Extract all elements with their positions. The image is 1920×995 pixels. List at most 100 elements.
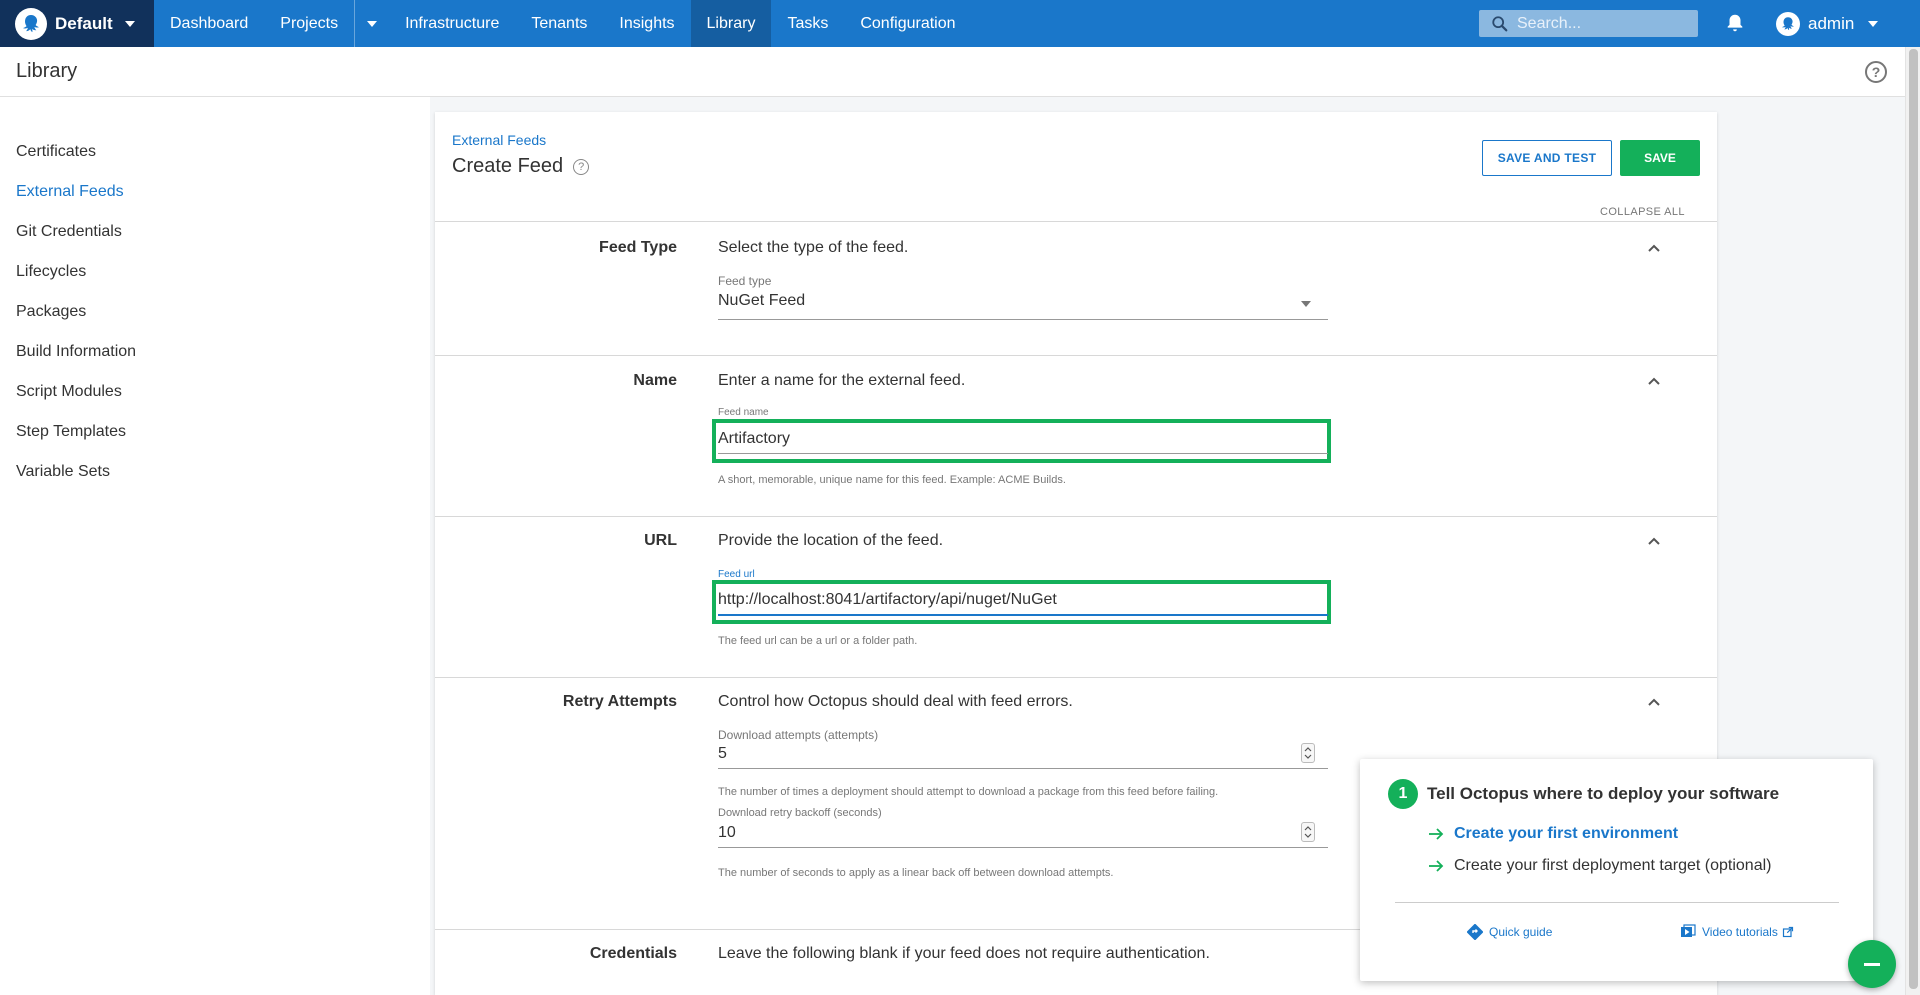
sidebar-item-script-modules[interactable]: Script Modules — [16, 383, 122, 401]
search-icon — [1492, 15, 1508, 31]
feed-name-field-label: Feed name — [718, 407, 769, 418]
retry-backoff-label: Download retry backoff (seconds) — [718, 807, 882, 819]
scrollbar-thumb[interactable] — [1909, 49, 1918, 989]
feed-name-input[interactable]: Artifactory — [718, 430, 790, 448]
sidebar-item-step-templates[interactable]: Step Templates — [16, 423, 126, 441]
user-menu[interactable]: admin — [1776, 0, 1879, 47]
save-button[interactable]: SAVE — [1620, 140, 1700, 176]
field-underline — [718, 847, 1328, 848]
download-attempts-input[interactable]: 5 — [718, 745, 727, 763]
chevron-up-icon[interactable] — [1647, 241, 1661, 255]
nav-infrastructure[interactable]: Infrastructure — [389, 0, 515, 47]
feed-url-hint: The feed url can be a url or a folder pa… — [718, 635, 918, 647]
sidebar-item-lifecycles[interactable]: Lifecycles — [16, 263, 86, 281]
section-label: Feed Type — [599, 239, 677, 256]
search-placeholder: Search... — [1517, 14, 1582, 32]
download-attempts-label: Download attempts (attempts) — [718, 728, 879, 742]
create-deployment-target-link[interactable]: Create your first deployment target (opt… — [1428, 857, 1771, 875]
signpost-icon — [1467, 924, 1483, 940]
field-underline — [718, 453, 1328, 454]
feed-name-hint: A short, memorable, unique name for this… — [718, 474, 1066, 486]
top-nav: Default Dashboard Projects Infrastructur… — [0, 0, 1920, 47]
nav-insights[interactable]: Insights — [603, 0, 690, 47]
form-title-text: Create Feed — [452, 155, 564, 177]
section-label: Name — [633, 372, 677, 389]
chevron-down-icon — [1868, 20, 1879, 27]
save-and-test-button[interactable]: SAVE AND TEST — [1482, 140, 1612, 176]
nav-projects[interactable]: Projects — [264, 0, 354, 47]
help-icon[interactable]: ? — [1865, 61, 1887, 83]
search-input[interactable]: Search... — [1479, 10, 1698, 37]
video-tutorials-label: Video tutorials — [1702, 925, 1778, 939]
section-label: Retry Attempts — [562, 693, 677, 710]
section-label: URL — [644, 532, 677, 549]
sidebar-item-packages[interactable]: Packages — [16, 303, 86, 321]
section-description: Control how Octopus should deal with fee… — [718, 693, 1073, 710]
bell-icon[interactable] — [1724, 12, 1746, 34]
collapse-all-link[interactable]: COLLAPSE ALL — [1600, 206, 1685, 218]
feed-url-field-label: Feed url — [718, 569, 755, 580]
divider — [1395, 902, 1839, 903]
video-icon — [1681, 924, 1696, 937]
create-environment-label: Create your first environment — [1454, 825, 1679, 842]
help-icon[interactable]: ? — [573, 158, 590, 175]
attempts-stepper-icon[interactable] — [1301, 743, 1315, 763]
field-underline — [718, 768, 1328, 769]
feed-type-select[interactable]: NuGet Feed — [718, 292, 805, 310]
page-title: Library — [16, 60, 78, 82]
backoff-stepper-icon[interactable] — [1301, 822, 1315, 842]
step-number-badge: 1 — [1388, 779, 1418, 809]
projects-dropdown-button[interactable] — [354, 0, 389, 47]
external-link-icon — [1782, 926, 1793, 938]
username: admin — [1808, 13, 1855, 33]
sidebar-item-build-information[interactable]: Build Information — [16, 343, 136, 361]
nav-dashboard[interactable]: Dashboard — [154, 0, 264, 47]
nav-tenants[interactable]: Tenants — [515, 0, 603, 47]
create-environment-link[interactable]: Create your first environment — [1428, 825, 1678, 843]
form-title: Create Feed ? — [452, 155, 590, 178]
field-underline — [718, 319, 1328, 320]
page-header: Library ? — [0, 47, 1905, 97]
quick-guide-link[interactable]: Quick guide — [1467, 924, 1552, 940]
arrow-right-icon — [1429, 860, 1444, 872]
video-tutorials-link[interactable]: Video tutorials — [1680, 924, 1794, 940]
octopus-logo-icon — [15, 7, 47, 40]
feed-url-input[interactable]: http://localhost:8041/artifactory/api/nu… — [718, 591, 1057, 609]
create-deployment-target-label: Create your first deployment target (opt… — [1454, 857, 1772, 874]
avatar — [1776, 11, 1800, 36]
highlight-box — [712, 419, 1331, 463]
download-attempts-hint: The number of times a deployment should … — [718, 786, 1219, 798]
section-label: Credentials — [589, 945, 677, 962]
sidebar-item-external-feeds[interactable]: External Feeds — [16, 183, 124, 201]
section-description: Provide the location of the feed. — [718, 532, 944, 549]
onboarding-panel: 1 Tell Octopus where to deploy your soft… — [1360, 759, 1873, 981]
chevron-up-icon[interactable] — [1647, 695, 1661, 709]
nav-tasks[interactable]: Tasks — [771, 0, 844, 47]
retry-backoff-input[interactable]: 10 — [718, 824, 736, 842]
retry-backoff-hint: The number of seconds to apply as a line… — [718, 867, 1114, 879]
library-sidebar: Certificates External Feeds Git Credenti… — [0, 97, 430, 995]
sidebar-item-git-credentials[interactable]: Git Credentials — [16, 223, 122, 241]
nav-library[interactable]: Library — [690, 0, 772, 47]
space-switcher[interactable]: Default — [0, 0, 154, 47]
chevron-up-icon[interactable] — [1647, 534, 1661, 548]
field-underline-focused — [718, 614, 1328, 616]
minimize-onboarding-button[interactable] — [1848, 940, 1896, 988]
section-description: Enter a name for the external feed. — [718, 372, 966, 389]
section-description: Select the type of the feed. — [718, 239, 909, 256]
section-url: URL Provide the location of the feed. Fe… — [435, 516, 1717, 649]
section-name: Name Enter a name for the external feed.… — [435, 355, 1717, 487]
chevron-up-icon[interactable] — [1647, 374, 1661, 388]
feed-type-field-label: Feed type — [718, 274, 772, 288]
sidebar-item-variable-sets[interactable]: Variable Sets — [16, 463, 110, 481]
chevron-down-icon — [1301, 301, 1311, 307]
onboarding-title: Tell Octopus where to deploy your softwa… — [1427, 784, 1780, 803]
breadcrumb[interactable]: External Feeds — [452, 132, 546, 148]
nav-configuration[interactable]: Configuration — [844, 0, 971, 47]
chevron-down-icon — [124, 20, 135, 27]
scrollbar[interactable] — [1905, 47, 1920, 995]
quick-guide-label: Quick guide — [1489, 925, 1553, 939]
minus-icon — [1864, 962, 1880, 966]
section-feed-type: Feed Type Select the type of the feed. F… — [435, 221, 1717, 355]
sidebar-item-certificates[interactable]: Certificates — [16, 143, 96, 161]
